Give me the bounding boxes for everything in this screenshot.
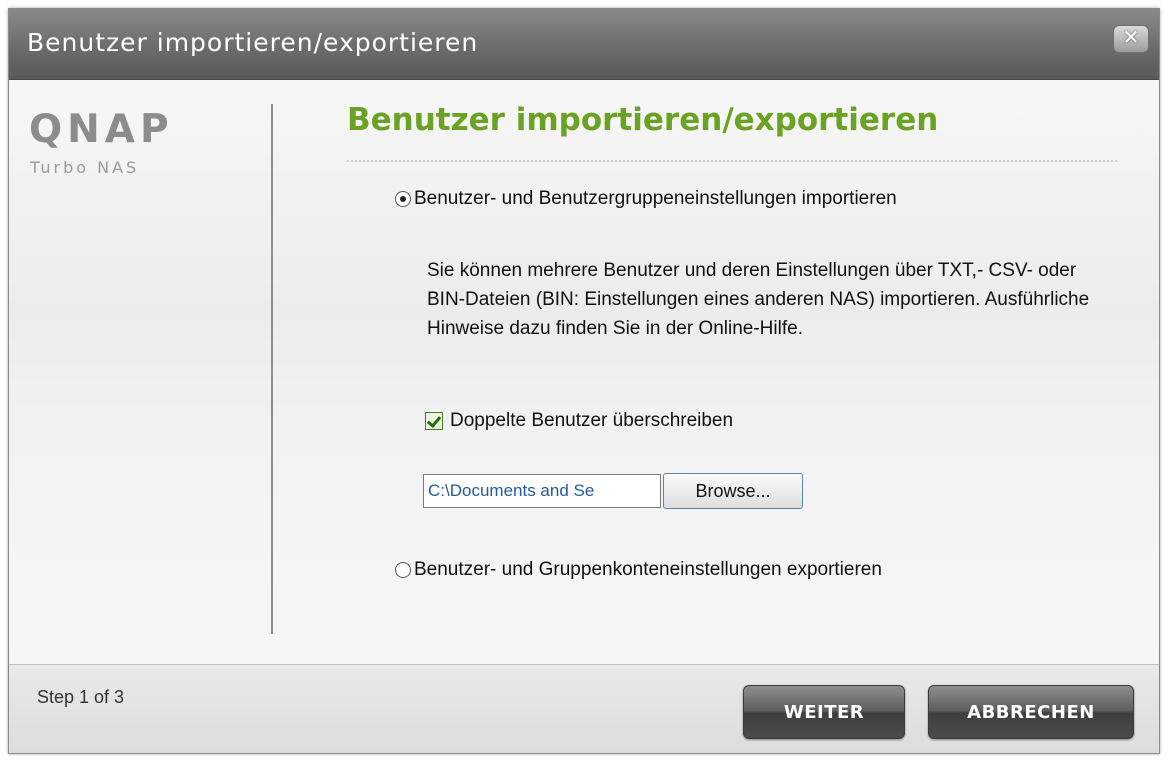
cancel-button[interactable]: ABBRECHEN <box>928 685 1134 739</box>
dotted-divider <box>347 160 1117 162</box>
export-option-label: Benutzer- und Gruppenkonteneinstellungen… <box>414 559 882 580</box>
import-option-label: Benutzer- und Benutzergruppeneinstellung… <box>414 188 897 209</box>
close-icon: ✕ <box>1122 27 1140 49</box>
window-title: Benutzer importieren/exportieren <box>27 28 479 57</box>
qnap-logo: QNAP <box>29 107 174 152</box>
export-option[interactable]: Benutzer- und Gruppenkonteneinstellungen… <box>395 559 882 581</box>
dialog-footer: Step 1 of 3 WEITER ABBRECHEN <box>9 664 1159 753</box>
import-export-dialog: Benutzer importieren/exportieren ✕ QNAP … <box>8 8 1160 754</box>
file-path-input[interactable] <box>423 474 661 508</box>
file-picker: Browse... <box>423 473 803 509</box>
overwrite-checkbox[interactable] <box>425 412 443 430</box>
export-radio[interactable] <box>395 562 411 578</box>
turbo-nas-label: Turbo NAS <box>30 158 140 177</box>
overwrite-option[interactable]: Doppelte Benutzer überschreiben <box>425 410 733 432</box>
page-heading: Benutzer importieren/exportieren <box>347 102 939 138</box>
import-description: Sie können mehrere Benutzer und deren Ei… <box>427 260 1090 339</box>
browse-button[interactable]: Browse... <box>663 473 803 509</box>
overwrite-label: Doppelte Benutzer überschreiben <box>450 410 734 431</box>
next-button[interactable]: WEITER <box>743 685 905 739</box>
import-option[interactable]: Benutzer- und Benutzergruppeneinstellung… <box>395 188 897 210</box>
content-area: QNAP Turbo NAS Benutzer importieren/expo… <box>9 80 1159 664</box>
close-button[interactable]: ✕ <box>1113 25 1149 53</box>
import-radio[interactable] <box>395 191 411 207</box>
title-bar: Benutzer importieren/exportieren ✕ <box>9 9 1159 80</box>
step-indicator: Step 1 of 3 <box>37 687 125 707</box>
vertical-divider <box>271 104 273 634</box>
